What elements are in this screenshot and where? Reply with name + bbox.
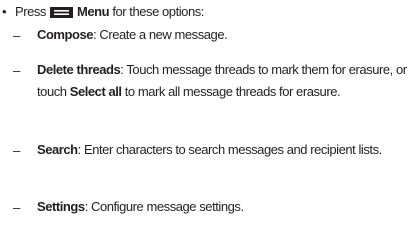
list-item-compose: Compose: Create a new message. [37,24,417,46]
option-description: : Enter characters to search messages an… [77,142,383,157]
dash: – [13,28,20,43]
dash: – [13,200,20,215]
list-item-settings: Settings: Configure message settings. [37,196,417,218]
option-description: to mark all message threads for erasure. [121,84,341,99]
option-term: Search [37,142,78,157]
help-document: • Press Menu for these options: – Compose:… [0,0,419,241]
select-all-term: Select all [69,84,122,99]
option-description: : Create a new message. [93,27,228,42]
list-item-search: Search: Enter characters to search messa… [37,139,417,161]
dash: – [13,63,20,78]
dash: – [13,143,20,158]
list-item-delete-threads: Delete threads: Touch message threads to… [37,59,417,103]
options-list: – Compose: Create a new message. – Delet… [0,0,419,241]
option-description: : Configure message settings. [84,199,244,214]
option-term: Delete threads [37,62,121,77]
option-term: Settings [37,199,85,214]
option-term: Compose [37,27,94,42]
